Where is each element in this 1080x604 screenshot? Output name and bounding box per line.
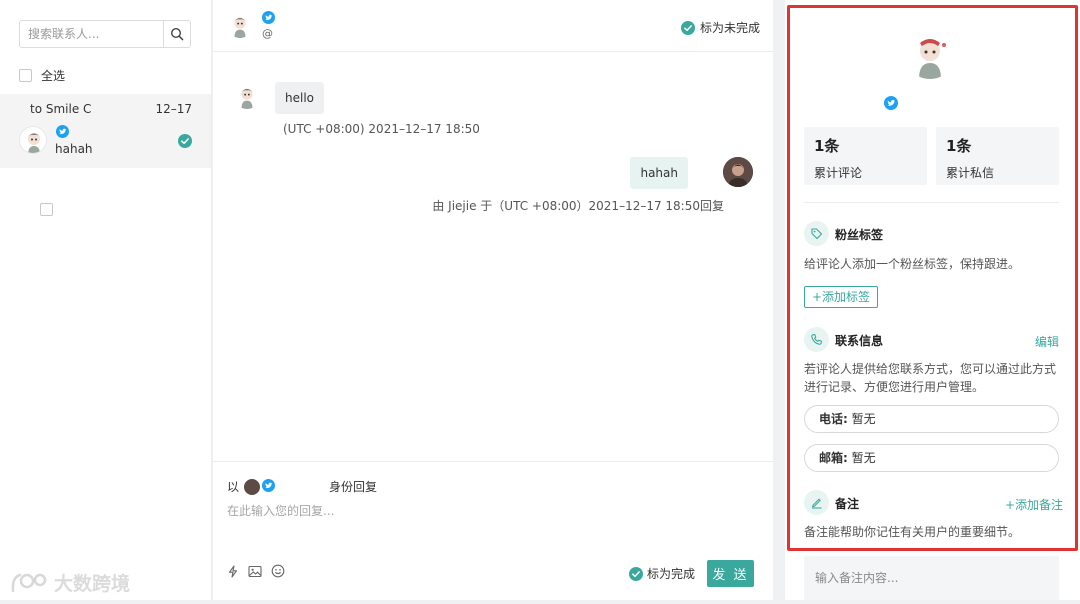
fan-tags-description: 给评论人添加一个粉丝标签，保持跟进。 <box>804 257 1021 271</box>
timestamp-suffix: 于（UTC +08:00）2021–12–17 18:50回复 <box>476 199 724 213</box>
watermark-text: 大数跨境 <box>54 573 131 595</box>
send-button[interactable]: 发 送 <box>707 560 754 587</box>
email-label: 邮箱: <box>819 451 848 465</box>
add-note-link[interactable]: +添加备注 <box>1005 496 1063 513</box>
check-circle-icon <box>629 566 643 581</box>
composer-toolbar <box>227 564 285 578</box>
contact-item[interactable]: to Smile C 12–17 hahah <box>0 94 211 216</box>
avatar <box>905 29 955 79</box>
stat-label: 累计私信 <box>946 166 995 180</box>
stat-label: 累计评论 <box>814 166 863 180</box>
avatar <box>227 12 253 38</box>
contacts-panel: 全选 to Smile C 12–17 hahah <box>0 0 212 600</box>
email-field[interactable]: 邮箱: 暂无 <box>804 444 1059 472</box>
contact-info-title: 联系信息 <box>835 334 884 348</box>
email-value: 暂无 <box>851 451 876 465</box>
mark-undone-button[interactable]: 标为未完成 <box>680 19 760 36</box>
edit-icon <box>804 490 829 515</box>
message-timestamp: 由 Jiejie 于（UTC +08:00）2021–12–17 18:50回复 <box>432 197 724 214</box>
lightning-icon[interactable] <box>227 564 239 578</box>
phone-label: 电话: <box>819 412 848 426</box>
search-icon <box>170 27 184 41</box>
notes-title: 备注 <box>835 497 860 511</box>
stat-value: 1条 <box>946 137 972 155</box>
incoming-message: hello <box>275 82 324 114</box>
contact-checkbox[interactable] <box>40 203 53 216</box>
contact-date: 12–17 <box>155 102 192 116</box>
contact-search <box>19 20 191 48</box>
twitter-icon <box>262 11 275 27</box>
reply-identity[interactable]: 以 身份回复 <box>227 478 377 495</box>
stat-messages: 1条 累计私信 <box>936 127 1059 185</box>
edit-contact-link[interactable]: 编辑 <box>1035 333 1059 350</box>
watermark: 大数跨境 <box>10 569 130 596</box>
reply-input[interactable] <box>227 502 757 542</box>
stat-value: 1条 <box>814 137 840 155</box>
contact-handle: @ <box>262 27 273 40</box>
note-input[interactable] <box>804 556 1059 600</box>
chat-header: @ 标为未完成 <box>213 0 773 52</box>
select-all-label: 全选 <box>41 69 66 83</box>
avatar <box>244 478 261 495</box>
tag-icon <box>804 221 829 246</box>
mark-undone-label: 标为未完成 <box>699 21 760 35</box>
chat-panel: @ 标为未完成 hello (UTC +08:00) 2021–12–17 18… <box>213 0 773 600</box>
search-button[interactable] <box>163 21 190 47</box>
check-circle-icon <box>178 134 192 151</box>
twitter-icon <box>262 478 276 495</box>
divider <box>804 202 1059 203</box>
stat-comments: 1条 累计评论 <box>804 127 927 185</box>
avatar <box>19 126 47 154</box>
timestamp-prefix: 由 <box>432 199 449 213</box>
phone-icon <box>804 327 829 352</box>
mark-done-label: 标为完成 <box>647 567 696 581</box>
select-all[interactable]: 全选 <box>19 67 65 84</box>
search-input[interactable] <box>20 21 164 47</box>
message-timestamp: (UTC +08:00) 2021–12–17 18:50 <box>283 122 480 136</box>
add-tag-button[interactable]: +添加标签 <box>804 286 879 308</box>
mark-done-button[interactable]: 标为完成 <box>629 565 695 582</box>
outgoing-message: hahah <box>630 157 688 189</box>
phone-value: 暂无 <box>851 412 876 426</box>
sender-name: Jiejie <box>448 199 477 213</box>
avatar <box>234 83 260 109</box>
twitter-icon <box>884 96 898 113</box>
select-all-checkbox[interactable] <box>19 69 32 82</box>
emoji-icon[interactable] <box>271 564 285 578</box>
watermark-logo-icon <box>11 573 47 592</box>
contact-last-message: hahah <box>55 142 93 156</box>
reply-as-suffix: 身份回复 <box>329 480 378 494</box>
contact-name: to Smile C <box>30 102 92 116</box>
twitter-icon <box>56 125 69 141</box>
reply-composer: 以 身份回复 标为完成 发 送 <box>213 461 773 600</box>
avatar <box>723 157 753 187</box>
contact-info-description: 若评论人提供给您联系方式，您可以通过此方式进行记录、方便您进行用户管理。 <box>804 362 1057 394</box>
reply-as-prefix: 以 <box>227 480 240 494</box>
phone-field[interactable]: 电话: 暂无 <box>804 405 1059 433</box>
fan-tags-title: 粉丝标签 <box>835 228 884 242</box>
image-icon[interactable] <box>248 565 262 578</box>
check-circle-icon <box>680 20 695 35</box>
notes-description: 备注能帮助你记住有关用户的重要细节。 <box>804 525 1021 539</box>
